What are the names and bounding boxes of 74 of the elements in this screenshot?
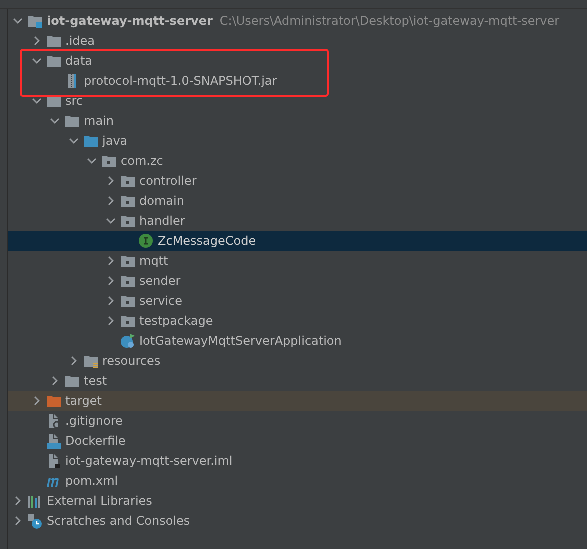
package-icon — [101, 153, 117, 169]
tree-item[interactable]: java — [8, 131, 587, 151]
module-folder-icon — [27, 13, 43, 29]
tree-item[interactable]: iot-gateway-mqtt-server C:\Users\Administrator\Desktop\iot-gateway-mqtt-server — [8, 11, 587, 31]
tree-item[interactable]: IotGatewayMqttServerApplication — [8, 331, 587, 351]
interface-icon — [138, 233, 154, 249]
item-name: iot-gateway-mqtt-server — [47, 14, 213, 28]
tree-item[interactable]: protocol-mqtt-1.0-SNAPSHOT.jar — [8, 71, 587, 91]
item-name: main — [84, 114, 114, 128]
package-icon — [120, 253, 136, 269]
tree-item[interactable]: service — [8, 291, 587, 311]
tree-item[interactable]: handler — [8, 211, 587, 231]
package-icon — [120, 273, 136, 289]
tree-item[interactable]: .gitignore — [8, 411, 587, 431]
tree-item[interactable]: target — [8, 391, 587, 411]
item-name: data — [66, 54, 93, 68]
item-name: .gitignore — [66, 414, 123, 428]
tree-item[interactable]: iot-gateway-mqtt-server.iml — [8, 451, 587, 471]
folder-icon — [46, 33, 62, 49]
tree-item[interactable]: .idea — [8, 31, 587, 51]
tree-item[interactable]: sender — [8, 271, 587, 291]
folder-icon — [64, 373, 80, 389]
tree-item[interactable]: data — [8, 51, 587, 71]
item-name: iot-gateway-mqtt-server.iml — [66, 454, 233, 468]
item-name: Dockerfile — [66, 434, 126, 448]
file-icon — [46, 433, 62, 449]
item-name: src — [66, 94, 84, 108]
item-name: mqtt — [140, 254, 168, 268]
tree-item[interactable]: Scratches and Consoles — [8, 511, 587, 531]
item-name: domain — [140, 194, 184, 208]
item-name: test — [84, 374, 108, 388]
package-icon — [120, 193, 136, 209]
tree-item[interactable]: main — [8, 111, 587, 131]
package-icon — [120, 293, 136, 309]
tree-item[interactable]: pom.xml — [8, 471, 587, 491]
item-name: Scratches and Consoles — [47, 514, 190, 528]
spring-class-icon — [120, 333, 136, 349]
folder-icon — [64, 113, 80, 129]
scratches-icon — [27, 513, 43, 529]
tree-item[interactable]: resources — [8, 351, 587, 371]
item-name: java — [102, 134, 128, 148]
tree-item[interactable]: mqtt — [8, 251, 587, 271]
item-name: IotGatewayMqttServerApplication — [140, 334, 342, 348]
item-name: testpackage — [140, 314, 214, 328]
folder-icon — [46, 53, 62, 69]
libraries-icon — [27, 493, 43, 509]
tree-item[interactable]: com.zc — [8, 151, 587, 171]
item-name: service — [140, 294, 182, 308]
tree-item[interactable]: domain — [8, 191, 587, 211]
tree-item[interactable]: External Libraries — [8, 491, 587, 511]
folder-icon — [46, 393, 62, 409]
tree-item[interactable]: test — [8, 371, 587, 391]
item-name: External Libraries — [47, 494, 152, 508]
folder-icon — [82, 353, 98, 369]
item-name: ZcMessageCode — [158, 234, 256, 248]
item-name: resources — [102, 354, 161, 368]
tree-item[interactable]: ZcMessageCode — [8, 231, 587, 251]
item-name: protocol-mqtt-1.0-SNAPSHOT.jar — [84, 74, 278, 88]
tree-item[interactable]: Dockerfile — [8, 431, 587, 451]
tree-item[interactable]: testpackage — [8, 311, 587, 331]
tree-item[interactable]: src — [8, 91, 587, 111]
item-name: pom.xml — [66, 474, 118, 488]
item-name: sender — [140, 274, 181, 288]
package-icon — [120, 173, 136, 189]
item-name: .idea — [66, 34, 96, 48]
package-icon — [120, 213, 136, 229]
item-name: com.zc — [121, 154, 164, 168]
item-name: handler — [140, 214, 186, 228]
tree-item[interactable]: controller — [8, 171, 587, 191]
project-path: C:\Users\Administrator\Desktop\iot-gateway-mqtt-server — [220, 14, 560, 28]
item-name: controller — [140, 174, 197, 188]
item-name: target — [66, 394, 102, 408]
folder-icon — [82, 133, 98, 149]
package-icon — [120, 313, 136, 329]
